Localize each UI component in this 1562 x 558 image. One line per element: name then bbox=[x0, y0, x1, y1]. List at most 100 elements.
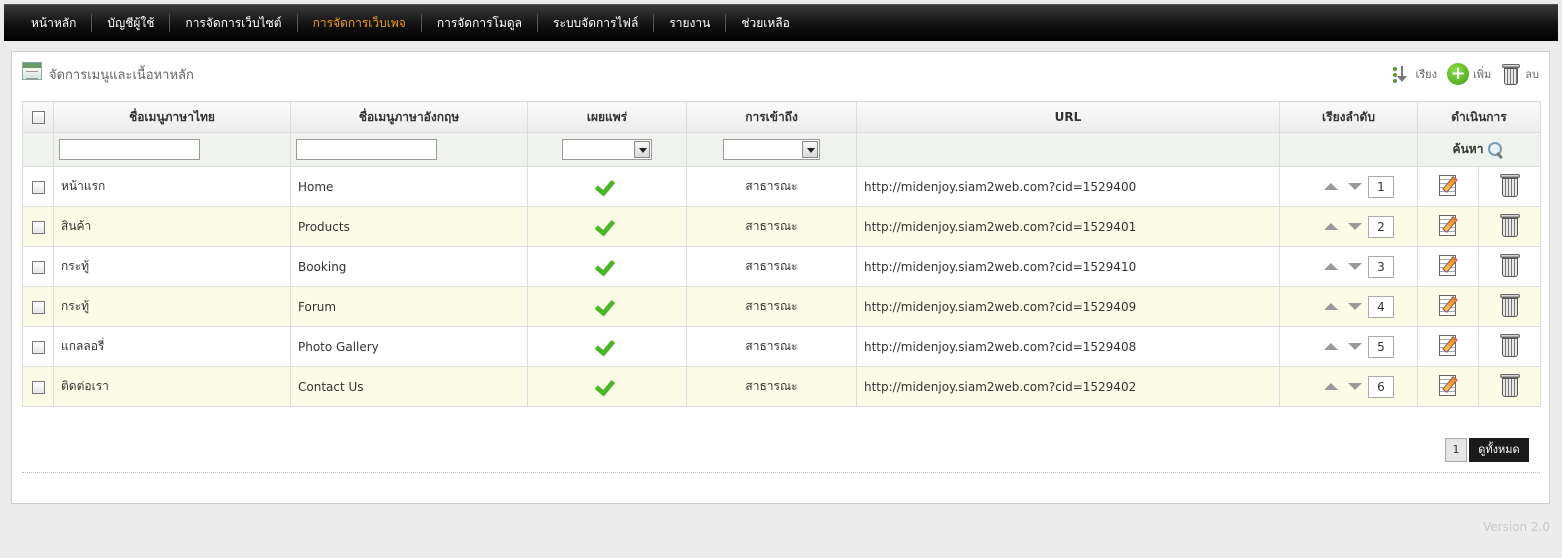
cell-access: สาธารณะ bbox=[686, 246, 857, 287]
published-check-icon[interactable] bbox=[596, 257, 618, 273]
published-check-icon[interactable] bbox=[596, 177, 618, 193]
move-up-icon[interactable] bbox=[1324, 263, 1338, 270]
cell-url-link[interactable]: http://midenjoy.siam2web.com?cid=1529400 bbox=[856, 166, 1280, 207]
move-down-icon[interactable] bbox=[1348, 223, 1362, 230]
cell-thai-name: หน้าแรก bbox=[53, 166, 291, 207]
order-input[interactable]: 5 bbox=[1368, 335, 1394, 358]
view-all-button[interactable]: ดูทั้งหมด bbox=[1469, 438, 1529, 462]
filter-publish-select[interactable] bbox=[562, 139, 652, 160]
row-checkbox[interactable] bbox=[31, 340, 45, 354]
filter-access-select[interactable] bbox=[723, 139, 820, 160]
published-check-icon[interactable] bbox=[596, 337, 618, 353]
move-down-icon[interactable] bbox=[1348, 303, 1362, 310]
order-input[interactable]: 2 bbox=[1368, 215, 1394, 238]
search-button[interactable]: ค้นหา bbox=[1418, 140, 1540, 159]
trash-icon[interactable] bbox=[1499, 213, 1521, 237]
edit-icon[interactable] bbox=[1438, 334, 1458, 356]
cell-url-link[interactable]: http://midenjoy.siam2web.com?cid=1529409 bbox=[856, 286, 1280, 327]
move-up-icon[interactable] bbox=[1324, 303, 1338, 310]
edit-icon[interactable] bbox=[1438, 214, 1458, 236]
trash-icon[interactable] bbox=[1499, 293, 1521, 317]
table-row: กระทู้ Booking สาธารณะ http://midenjoy.siam… bbox=[22, 246, 1541, 287]
select-all-checkbox[interactable] bbox=[31, 111, 45, 124]
move-up-icon[interactable] bbox=[1324, 183, 1338, 190]
filter-eng-name-input[interactable] bbox=[296, 139, 437, 160]
move-up-icon[interactable] bbox=[1324, 223, 1338, 230]
cell-access: สาธารณะ bbox=[686, 286, 857, 327]
col-url[interactable]: URL bbox=[856, 101, 1280, 133]
cell-url-link[interactable]: http://midenjoy.siam2web.com?cid=1529402 bbox=[856, 366, 1280, 407]
trash-icon[interactable] bbox=[1499, 173, 1521, 197]
delete-button[interactable]: ลบ bbox=[1501, 63, 1539, 85]
row-checkbox[interactable] bbox=[31, 380, 45, 394]
main-nav: หน้าหลัก บัญชีผู้ใช้ การจัดการเว็บไซต์ การจ… bbox=[4, 4, 1558, 41]
table-row: กระทู้ Forum สาธารณะ http://midenjoy.siam2w… bbox=[22, 286, 1541, 327]
table-row: ติดต่อเรา Contact Us สาธารณะ http://midenjo… bbox=[22, 366, 1541, 407]
page-title: จัดการเมนูและเนื้อหาหลัก bbox=[49, 68, 194, 83]
nav-item-2[interactable]: การจัดการเว็บไซต์ bbox=[169, 14, 296, 32]
order-input[interactable]: 3 bbox=[1368, 255, 1394, 278]
order-input[interactable]: 1 bbox=[1368, 175, 1394, 198]
nav-item-3[interactable]: การจัดการเว็บเพจ bbox=[296, 14, 421, 32]
cell-eng-name: Products bbox=[290, 206, 528, 247]
edit-icon[interactable] bbox=[1438, 254, 1458, 276]
cell-eng-name: Photo Gallery bbox=[290, 326, 528, 367]
published-check-icon[interactable] bbox=[596, 297, 618, 313]
nav-item-1[interactable]: บัญชีผู้ใช้ bbox=[91, 14, 169, 32]
nav-item-0[interactable]: หน้าหลัก bbox=[16, 14, 91, 32]
move-down-icon[interactable] bbox=[1348, 263, 1362, 270]
cell-eng-name: Home bbox=[290, 166, 528, 207]
add-label: เพิ่ม bbox=[1473, 68, 1492, 81]
col-publish[interactable]: เผยแพร่ bbox=[527, 101, 687, 133]
order-input[interactable]: 4 bbox=[1368, 295, 1394, 318]
filter-thai-name-input[interactable] bbox=[59, 139, 200, 160]
nav-item-7[interactable]: ช่วยเหลือ bbox=[725, 14, 805, 32]
trash-icon bbox=[1501, 63, 1521, 85]
move-down-icon[interactable] bbox=[1348, 343, 1362, 350]
cell-thai-name: กระทู้ bbox=[53, 246, 291, 287]
row-checkbox[interactable] bbox=[31, 220, 45, 234]
cell-thai-name: ติดต่อเรา bbox=[53, 366, 291, 407]
delete-label: ลบ bbox=[1525, 68, 1539, 81]
cell-eng-name: Contact Us bbox=[290, 366, 528, 407]
sort-button[interactable]: เรียง bbox=[1392, 65, 1437, 83]
move-up-icon[interactable] bbox=[1324, 343, 1338, 350]
col-thai-name[interactable]: ชื่อเมนูภาษาไทย bbox=[53, 101, 291, 133]
trash-icon[interactable] bbox=[1499, 253, 1521, 277]
cell-url-link[interactable]: http://midenjoy.siam2web.com?cid=1529408 bbox=[856, 326, 1280, 367]
search-icon bbox=[1487, 141, 1505, 159]
col-access[interactable]: การเข้าถึง bbox=[686, 101, 857, 133]
select-all-cell bbox=[22, 101, 54, 133]
edit-icon[interactable] bbox=[1438, 174, 1458, 196]
move-down-icon[interactable] bbox=[1348, 183, 1362, 190]
col-eng-name[interactable]: ชื่อเมนูภาษาอังกฤษ bbox=[290, 101, 528, 133]
nav-item-4[interactable]: การจัดการโมดูล bbox=[420, 14, 537, 32]
order-input[interactable]: 6 bbox=[1368, 375, 1394, 398]
trash-icon[interactable] bbox=[1499, 333, 1521, 357]
menu-table: ชื่อเมนูภาษาไทย ชื่อเมนูภาษาอังกฤษ เผยแพ… bbox=[22, 101, 1541, 407]
published-check-icon[interactable] bbox=[596, 377, 618, 393]
version-label: Version 2.0 bbox=[1482, 520, 1550, 534]
nav-item-5[interactable]: ระบบจัดการไฟล์ bbox=[537, 14, 653, 32]
toolbar: เรียง + เพิ่ม ลบ bbox=[1386, 62, 1539, 86]
published-check-icon[interactable] bbox=[596, 217, 618, 233]
chevron-down-icon bbox=[802, 141, 818, 158]
cell-thai-name: แกลลอรี่ bbox=[53, 326, 291, 367]
edit-icon[interactable] bbox=[1438, 374, 1458, 396]
cell-url-link[interactable]: http://midenjoy.siam2web.com?cid=1529401 bbox=[856, 206, 1280, 247]
move-down-icon[interactable] bbox=[1348, 383, 1362, 390]
nav-item-6[interactable]: รายงาน bbox=[653, 14, 725, 32]
move-up-icon[interactable] bbox=[1324, 383, 1338, 390]
table-row: สินค้า Products สาธารณะ http://midenjoy.sia… bbox=[22, 206, 1541, 247]
col-order[interactable]: เรียงลำดับ bbox=[1279, 101, 1418, 133]
add-button[interactable]: + เพิ่ม bbox=[1447, 63, 1491, 85]
cell-url-link[interactable]: http://midenjoy.siam2web.com?cid=1529410 bbox=[856, 246, 1280, 287]
cell-thai-name: กระทู้ bbox=[53, 286, 291, 327]
col-action: ดำเนินการ bbox=[1417, 101, 1541, 133]
trash-icon[interactable] bbox=[1499, 373, 1521, 397]
edit-icon[interactable] bbox=[1438, 294, 1458, 316]
row-checkbox[interactable] bbox=[31, 180, 45, 194]
row-checkbox[interactable] bbox=[31, 300, 45, 314]
pager-page-1[interactable]: 1 bbox=[1445, 438, 1467, 462]
row-checkbox[interactable] bbox=[31, 260, 45, 274]
